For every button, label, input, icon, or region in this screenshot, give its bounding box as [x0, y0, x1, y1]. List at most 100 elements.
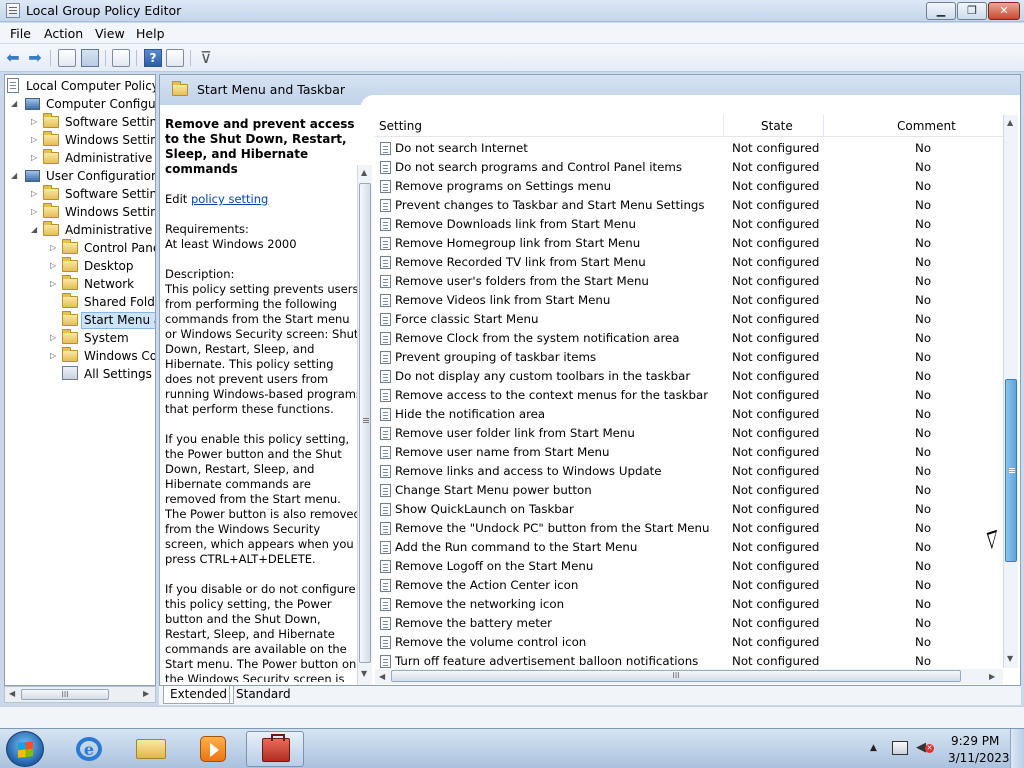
- tree-item-local-computer-policy[interactable]: Local Computer Policy: [7, 77, 155, 95]
- show-hide-tree-icon[interactable]: [81, 49, 99, 67]
- taskbar-windows-explorer[interactable]: [122, 731, 180, 767]
- taskbar-media-player[interactable]: [184, 731, 242, 767]
- table-vertical-scrollbar[interactable]: ▲ ▼: [1003, 115, 1018, 668]
- table-row[interactable]: Remove Downloads link from Start Menu Not…: [375, 215, 1003, 234]
- expand-arrow-icon[interactable]: ▷: [50, 279, 60, 289]
- expand-arrow-icon[interactable]: ▷: [31, 153, 41, 163]
- collapse-arrow-icon[interactable]: ◢: [11, 99, 21, 109]
- menu-action[interactable]: Action: [44, 26, 83, 41]
- scroll-thumb[interactable]: III: [391, 670, 961, 682]
- expand-arrow-icon[interactable]: ▷: [31, 135, 41, 145]
- expand-arrow-icon[interactable]: ▷: [50, 261, 60, 271]
- table-row[interactable]: Prevent changes to Taskbar and Start Men…: [375, 196, 1003, 215]
- scroll-thumb[interactable]: [1005, 379, 1017, 562]
- tree-item-user-configuration[interactable]: User Configuration: [25, 167, 155, 185]
- expand-arrow-icon[interactable]: ▷: [31, 117, 41, 127]
- tree-item-administrative-templates[interactable]: Administrative Te: [43, 221, 155, 239]
- show-desktop-button[interactable]: [1010, 729, 1024, 768]
- taskbar-group-policy-editor[interactable]: [246, 731, 304, 767]
- tree-item-administrative-templates[interactable]: Administrative Te: [43, 149, 155, 167]
- table-row[interactable]: Remove Homegroup link from Start Menu Not…: [375, 234, 1003, 253]
- table-row[interactable]: Remove the volume control icon Not config…: [375, 633, 1003, 652]
- export-list-icon[interactable]: [112, 49, 130, 67]
- tree-item-computer-configuration[interactable]: Computer Configura: [25, 95, 155, 113]
- column-header-state[interactable]: State: [761, 119, 793, 133]
- expand-arrow-icon[interactable]: ▷: [31, 207, 41, 217]
- column-separator[interactable]: [723, 115, 724, 137]
- expand-arrow-icon[interactable]: ▷: [50, 351, 60, 361]
- extended-view-icon[interactable]: [166, 49, 184, 67]
- collapse-arrow-icon[interactable]: ◢: [31, 225, 41, 235]
- table-row[interactable]: Remove the "Undock PC" button from the S…: [375, 519, 1003, 538]
- table-row[interactable]: Remove Videos link from Start Menu Not co…: [375, 291, 1003, 310]
- tree-item-network[interactable]: Network: [62, 275, 137, 293]
- table-row[interactable]: Remove the battery meter Not configured No: [375, 614, 1003, 633]
- network-icon[interactable]: [892, 741, 908, 755]
- table-row[interactable]: Remove Recorded TV link from Start Menu N…: [375, 253, 1003, 272]
- tree-item-system[interactable]: System: [62, 329, 132, 347]
- scroll-right-icon[interactable]: ▶: [143, 689, 149, 698]
- table-row[interactable]: Do not search programs and Control Panel…: [375, 158, 1003, 177]
- scroll-down-icon[interactable]: ▼: [361, 669, 367, 678]
- scroll-down-icon[interactable]: ▼: [1007, 654, 1013, 663]
- table-row[interactable]: Remove access to the context menus for t…: [375, 386, 1003, 405]
- tree-horizontal-scrollbar[interactable]: ◀ III ▶: [4, 686, 156, 703]
- tree-item-windows-settings[interactable]: Windows Setting: [43, 203, 155, 221]
- scroll-right-icon[interactable]: ▶: [989, 672, 995, 681]
- scroll-up-icon[interactable]: ▲: [361, 168, 367, 177]
- close-button[interactable]: ✕: [988, 2, 1020, 20]
- minimize-button[interactable]: ▁: [926, 2, 956, 20]
- scroll-left-icon[interactable]: ◀: [9, 689, 15, 698]
- start-button[interactable]: [6, 731, 44, 767]
- table-row[interactable]: Remove user's folders from the Start Men…: [375, 272, 1003, 291]
- expand-arrow-icon[interactable]: ▷: [50, 243, 60, 253]
- edit-policy-link[interactable]: policy setting: [191, 192, 268, 206]
- table-row[interactable]: Remove the Action Center icon Not configu…: [375, 576, 1003, 595]
- table-row[interactable]: Remove user folder link from Start Menu N…: [375, 424, 1003, 443]
- filter-icon[interactable]: ⊽: [197, 49, 215, 67]
- tree-item-start-menu-and-taskbar[interactable]: Start Menu ar: [62, 311, 155, 329]
- column-header-comment[interactable]: Comment: [897, 119, 956, 133]
- table-row[interactable]: Add the Run command to the Start Menu Not…: [375, 538, 1003, 557]
- tree-item-desktop[interactable]: Desktop: [62, 257, 137, 275]
- table-row[interactable]: Force classic Start Menu Not configured No: [375, 310, 1003, 329]
- tree-item-shared-folders[interactable]: Shared Folder: [62, 293, 155, 311]
- tree-item-all-settings[interactable]: All Settings: [62, 365, 155, 383]
- tree-item-windows-components[interactable]: Windows Cor: [62, 347, 155, 365]
- column-header-setting[interactable]: Setting: [379, 119, 422, 133]
- tree-item-control-panel[interactable]: Control Panel: [62, 239, 155, 257]
- scroll-left-icon[interactable]: ◀: [379, 672, 385, 681]
- scroll-up-icon[interactable]: ▲: [1007, 118, 1013, 127]
- expand-arrow-icon[interactable]: ▷: [31, 189, 41, 199]
- tab-extended[interactable]: Extended: [163, 686, 234, 704]
- tree-item-windows-settings[interactable]: Windows Setting: [43, 131, 155, 149]
- scroll-thumb[interactable]: [359, 183, 371, 663]
- table-row[interactable]: Change Start Menu power button Not config…: [375, 481, 1003, 500]
- help-icon[interactable]: ?: [144, 49, 162, 67]
- column-separator[interactable]: [823, 115, 824, 137]
- table-row[interactable]: Remove Logoff on the Start Menu Not confi…: [375, 557, 1003, 576]
- table-row[interactable]: Hide the notification area Not configured…: [375, 405, 1003, 424]
- table-row[interactable]: Prevent grouping of taskbar items Not con…: [375, 348, 1003, 367]
- table-row[interactable]: Remove links and access to Windows Updat…: [375, 462, 1003, 481]
- tree-item-software-settings[interactable]: Software Settings: [43, 113, 155, 131]
- maximize-button[interactable]: ❐: [957, 2, 987, 20]
- clock-time[interactable]: 9:29 PM: [951, 734, 999, 748]
- table-row[interactable]: Remove user name from Start Menu Not conf…: [375, 443, 1003, 462]
- back-icon[interactable]: ⬅: [4, 49, 22, 67]
- menu-file[interactable]: File: [10, 26, 31, 41]
- up-folder-icon[interactable]: [58, 49, 76, 67]
- table-horizontal-scrollbar[interactable]: ◀ III ▶: [375, 669, 1003, 684]
- table-row[interactable]: Remove programs on Settings menu Not conf…: [375, 177, 1003, 196]
- table-row[interactable]: Show QuickLaunch on Taskbar Not configure…: [375, 500, 1003, 519]
- menu-view[interactable]: View: [95, 26, 125, 41]
- scroll-thumb[interactable]: III: [21, 689, 109, 700]
- table-row[interactable]: Do not display any custom toolbars in th…: [375, 367, 1003, 386]
- collapse-arrow-icon[interactable]: ◢: [11, 171, 21, 181]
- description-scrollbar[interactable]: ▲ ▼: [357, 165, 372, 685]
- tab-standard[interactable]: Standard: [229, 686, 297, 704]
- tree-item-software-settings[interactable]: Software Settings: [43, 185, 155, 203]
- menu-help[interactable]: Help: [136, 26, 165, 41]
- expand-arrow-icon[interactable]: ▷: [50, 333, 60, 343]
- forward-icon[interactable]: ➡: [26, 49, 44, 67]
